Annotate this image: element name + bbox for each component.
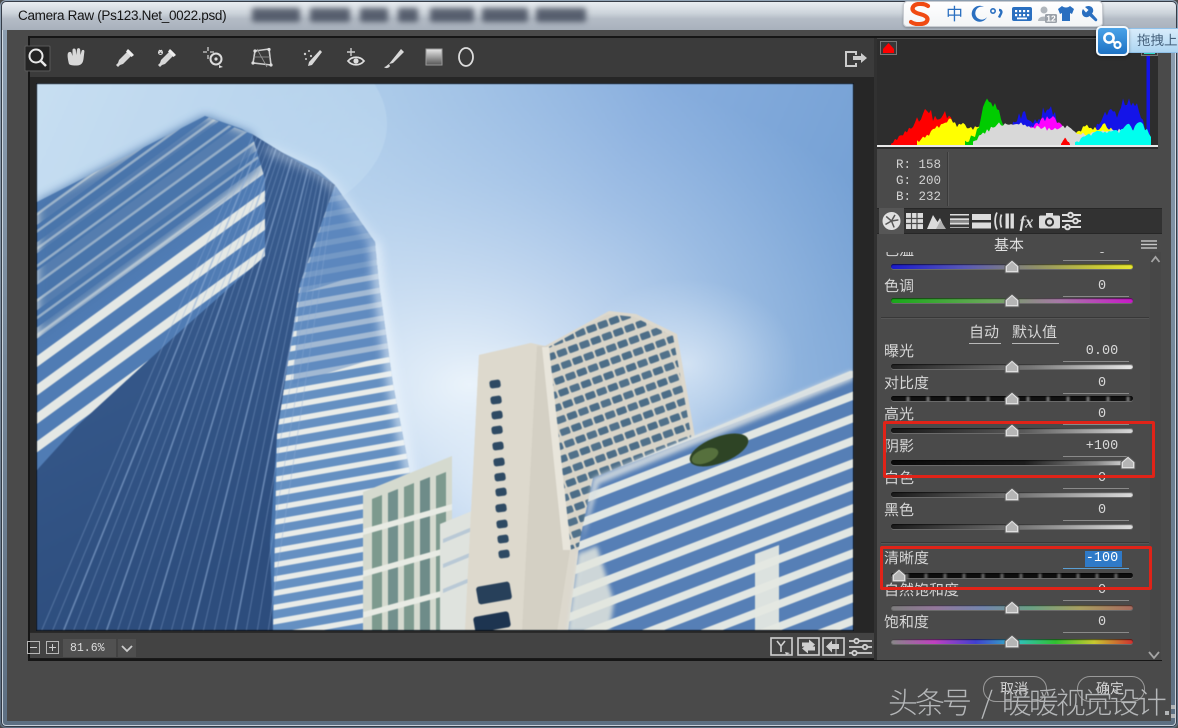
- svg-text:fx: fx: [1020, 213, 1034, 232]
- svg-text:12: 12: [1046, 13, 1056, 23]
